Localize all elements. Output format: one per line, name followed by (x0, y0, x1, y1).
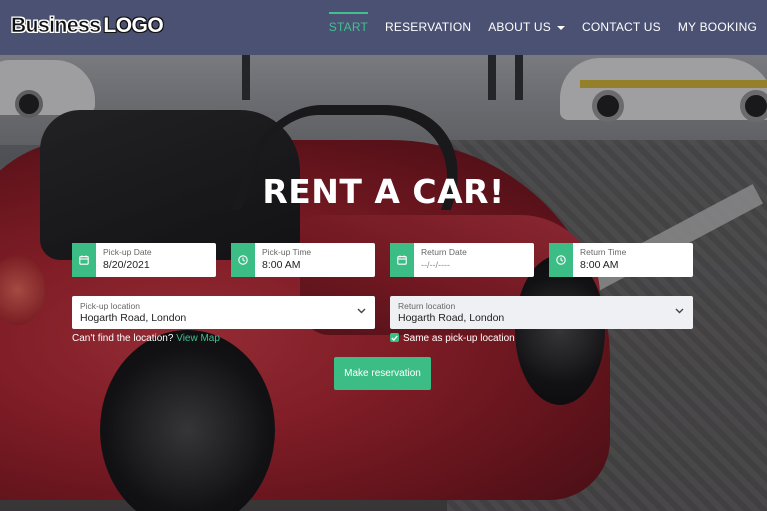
pickup-date-field[interactable]: Pick-up Date 8/20/2021 (72, 243, 216, 277)
same-as-pickup-label[interactable]: Same as pick-up location (403, 333, 515, 344)
nav-item-my-booking[interactable]: MY BOOKING (678, 0, 757, 55)
top-navbar: Business LOGO START RESERVATION ABOUT US … (0, 0, 767, 55)
return-date-field[interactable]: Return Date --/--/---- (390, 243, 534, 277)
pickup-time-label: Pick-up Time (262, 247, 312, 257)
nav-item-about-us[interactable]: ABOUT US (488, 0, 565, 55)
caret-down-icon (556, 25, 565, 30)
cant-find-location-text: Can't find the location? View Map (72, 333, 220, 344)
site-logo[interactable]: Business LOGO (11, 14, 164, 38)
chevron-down-icon (675, 308, 684, 314)
pickup-location-label: Pick-up location (80, 301, 141, 311)
nav-item-reservation[interactable]: RESERVATION (385, 0, 471, 55)
checkmark-icon (391, 335, 398, 341)
make-reservation-button[interactable]: Make reservation (334, 357, 431, 390)
chevron-down-icon (357, 308, 366, 314)
pickup-location-value: Hogarth Road, London (80, 312, 187, 324)
same-as-pickup-checkbox[interactable] (390, 333, 399, 342)
nav-item-about-us-label: ABOUT US (488, 20, 551, 34)
calendar-icon (72, 243, 96, 277)
return-time-label: Return Time (580, 247, 627, 257)
logo-text-logo: LOGO (103, 14, 164, 37)
return-location-label: Return location (398, 301, 456, 311)
clock-icon (231, 243, 255, 277)
calendar-icon (390, 243, 414, 277)
return-time-value: 8:00 AM (580, 259, 619, 271)
pickup-time-value: 8:00 AM (262, 259, 301, 271)
pickup-date-label: Pick-up Date (103, 247, 152, 257)
pickup-date-value: 8/20/2021 (103, 259, 150, 271)
pickup-time-field[interactable]: Pick-up Time 8:00 AM (231, 243, 375, 277)
hero-title: RENT A CAR! (262, 172, 505, 211)
return-date-label: Return Date (421, 247, 467, 257)
logo-text-business: Business (11, 14, 101, 38)
nav-item-start[interactable]: START (328, 0, 369, 55)
nav-item-contact-us[interactable]: CONTACT US (582, 0, 661, 55)
return-date-placeholder: --/--/---- (421, 260, 450, 270)
return-time-field[interactable]: Return Time 8:00 AM (549, 243, 693, 277)
main-nav: START RESERVATION ABOUT US CONTACT US MY… (312, 0, 757, 55)
return-location-select[interactable]: Return location Hogarth Road, London (390, 296, 693, 329)
pickup-location-select[interactable]: Pick-up location Hogarth Road, London (72, 296, 375, 329)
view-map-link[interactable]: View Map (176, 333, 220, 344)
cant-find-label: Can't find the location? (72, 333, 174, 344)
return-location-value: Hogarth Road, London (398, 312, 505, 324)
clock-icon (549, 243, 573, 277)
